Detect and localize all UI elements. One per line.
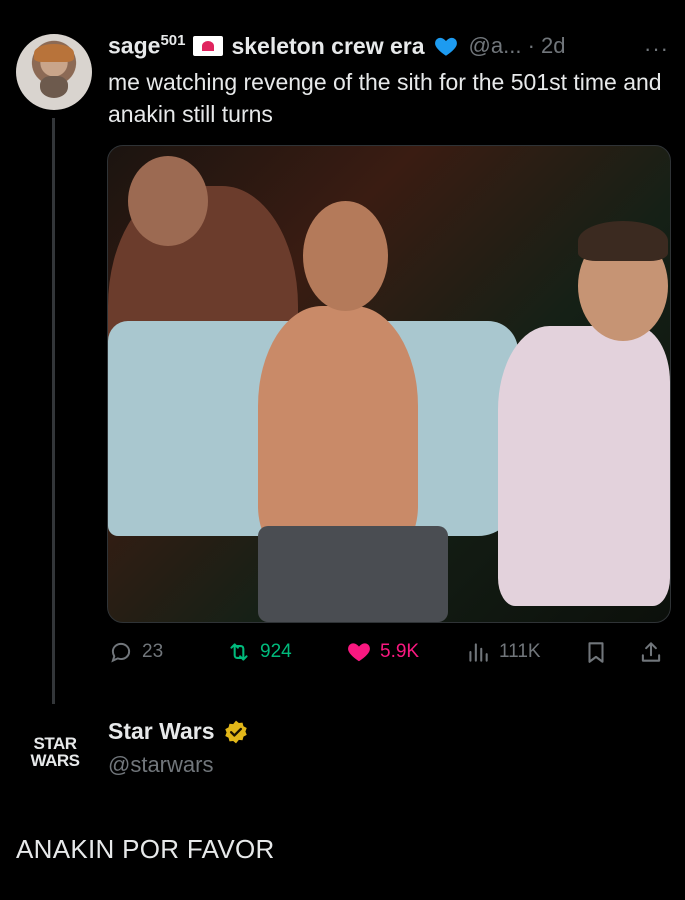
reply-count: 23 [142, 641, 164, 662]
display-name[interactable]: sage501 [108, 32, 185, 60]
bookmark-icon [588, 642, 604, 663]
like-count: 5.9K [380, 641, 420, 662]
media-figure-right [498, 326, 670, 606]
reply-handle[interactable]: @starwars [108, 752, 213, 778]
display-name-suffix[interactable]: skeleton crew era [231, 33, 424, 60]
tweet-original[interactable]: sage501 skeleton crew era @a... · 2d ···… [0, 0, 685, 705]
tweet-header: sage501 skeleton crew era @a... · 2d [108, 30, 566, 62]
reply-text: ANAKIN POR FAVOR [16, 834, 275, 864]
media-figure-right-hair [578, 221, 668, 261]
user-avatar[interactable] [16, 34, 92, 110]
logo-line2: WARS [31, 751, 80, 770]
user-handle[interactable]: @a... · 2d [469, 33, 566, 59]
star-wars-logo[interactable]: STAR WARS [16, 732, 94, 772]
share-icon [641, 642, 661, 662]
avatar-hair [34, 44, 74, 62]
views-icon [469, 643, 488, 662]
share-button[interactable] [638, 636, 664, 668]
heart-icon [348, 643, 370, 662]
retweet-button[interactable]: 924 [226, 636, 292, 668]
like-button[interactable]: 5.9K [346, 636, 419, 668]
reply-icon [111, 642, 131, 663]
retweet-count: 924 [260, 641, 292, 662]
verified-gold-icon [224, 720, 247, 743]
envelope-heart-icon [193, 36, 224, 56]
separator: · [527, 33, 535, 58]
media-figure-center [258, 306, 418, 556]
avatar-beard [40, 76, 68, 98]
reply-button[interactable]: 23 [108, 636, 163, 668]
retweet-icon [230, 643, 248, 661]
tweet-text: me watching revenge of the sith for the … [108, 69, 662, 127]
tweet-media[interactable] [107, 145, 671, 623]
reply-name-text: Star Wars [108, 718, 215, 744]
media-figure-center-head [303, 201, 388, 311]
timestamp[interactable]: 2d [541, 33, 565, 58]
tweet-actions: 23 924 5.9K 111K [108, 636, 668, 668]
views-count: 111K [499, 641, 541, 662]
display-name-text: sage [108, 32, 161, 59]
blue-heart-icon [434, 37, 457, 56]
thread-line [52, 118, 55, 704]
handle-text: @a... [468, 33, 522, 58]
display-name-sup: 501 [160, 32, 186, 50]
views-button[interactable]: 111K [465, 636, 541, 668]
media-figure-left-head [128, 156, 208, 246]
media-pants [258, 526, 448, 622]
more-options-button[interactable]: ··· [644, 36, 669, 62]
reply-display-name[interactable]: Star Wars [108, 718, 249, 745]
bookmark-button[interactable] [583, 636, 609, 668]
